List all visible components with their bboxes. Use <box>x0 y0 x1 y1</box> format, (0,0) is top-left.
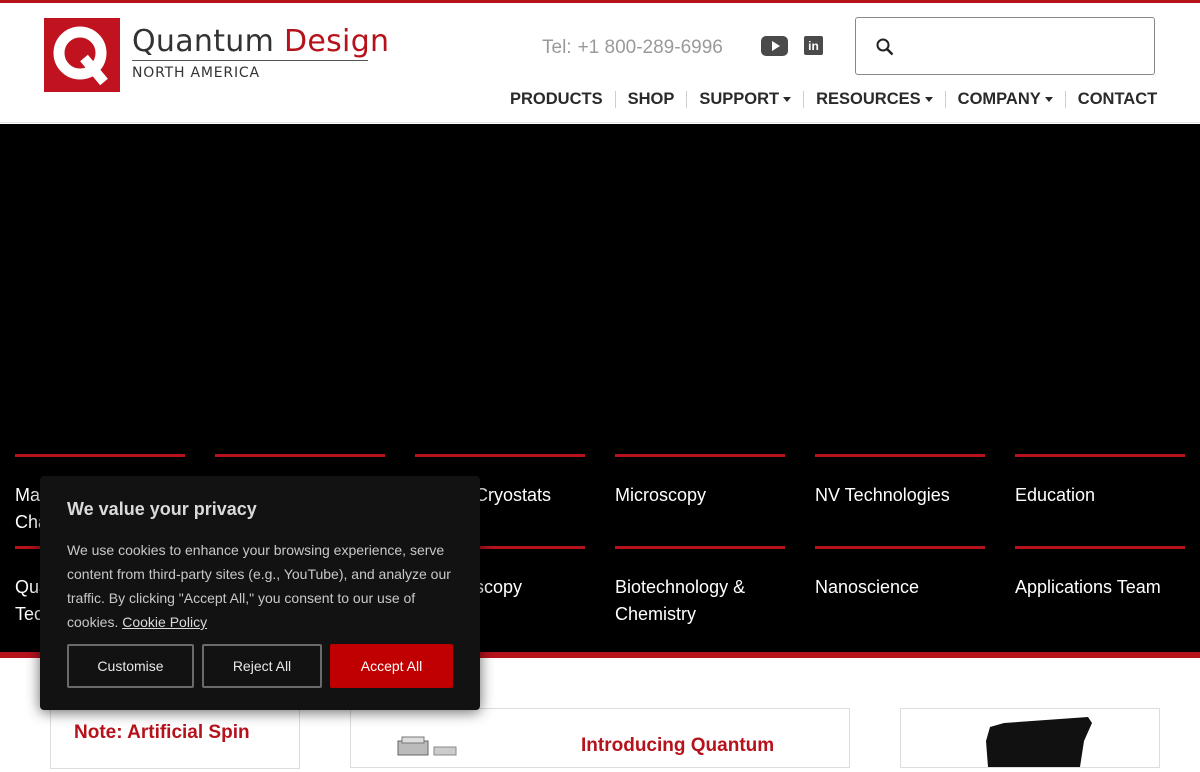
nav-separator <box>614 90 616 108</box>
logo-divider <box>132 60 368 61</box>
brand-region: NORTH AMERICA <box>132 65 260 81</box>
category-label: Biotechnology & Chemistry <box>615 577 746 624</box>
nav-shop[interactable]: SHOP <box>628 90 675 109</box>
category-label: Nanoscience <box>815 577 920 597</box>
search-box[interactable] <box>855 17 1155 75</box>
news-card-2-image <box>394 735 474 765</box>
cookie-buttons: Customise Reject All Accept All <box>67 644 453 688</box>
search-input[interactable] <box>904 28 1144 64</box>
youtube-icon[interactable] <box>761 36 788 56</box>
chevron-down-icon <box>924 96 933 102</box>
nav-support[interactable]: SUPPORT <box>699 89 792 109</box>
news-card-2-title: Introducing Quantum <box>581 735 775 756</box>
nav-company[interactable]: COMPANY <box>958 90 1053 109</box>
tel-label: Tel: <box>542 37 572 58</box>
category-row1-6[interactable]: Education <box>1015 454 1185 509</box>
nav-separator <box>686 90 688 108</box>
category-label: Education <box>1015 485 1096 505</box>
category-row2-4[interactable]: Biotechnology & Chemistry <box>615 546 785 628</box>
logo-wordmark: Quantum Design NORTH AMERICA <box>132 26 389 81</box>
search-icon[interactable] <box>875 37 895 57</box>
chevron-down-icon <box>783 96 792 102</box>
nav-resources[interactable]: RESOURCES <box>816 90 933 109</box>
cookie-title: We value your privacy <box>67 499 257 519</box>
brand-name-part2: Design <box>283 24 390 59</box>
nav-separator <box>944 90 946 108</box>
news-card-2[interactable]: Introducing Quantum <box>350 708 850 768</box>
quantum-design-logo[interactable]: Quantum Design NORTH AMERICA <box>44 18 389 92</box>
main-nav: PRODUCTS SHOP SUPPORT RESOURCES COMPANY … <box>510 87 1157 111</box>
nav-contact[interactable]: CONTACT <box>1078 90 1157 109</box>
brand-name-part1: Quantum <box>132 24 275 59</box>
nav-separator <box>803 90 805 108</box>
news-card-3-image <box>984 717 1094 767</box>
category-row1-5[interactable]: NV Technologies <box>815 454 985 509</box>
category-row2-5[interactable]: Nanoscience <box>815 546 985 601</box>
nav-support-label: SUPPORT <box>699 89 780 108</box>
customise-button[interactable]: Customise <box>67 644 194 688</box>
site-header: Quantum Design NORTH AMERICA Tel: +1 800-… <box>0 3 1200 123</box>
category-label: Applications Team <box>1015 577 1161 597</box>
news-card-1-title: Note: Artificial Spin <box>74 722 250 743</box>
nav-company-label: COMPANY <box>957 89 1041 108</box>
category-row2-6[interactable]: Applications Team <box>1015 546 1185 601</box>
logo-q-mark <box>44 18 120 92</box>
cookie-consent-banner: We value your privacy We use cookies to … <box>40 476 480 710</box>
category-label: Microscopy <box>615 485 707 505</box>
category-label: NV Technologies <box>815 485 950 505</box>
accept-all-button[interactable]: Accept All <box>330 644 453 688</box>
category-row1-4[interactable]: Microscopy <box>615 454 785 509</box>
cookie-policy-link[interactable]: Cookie Policy <box>122 614 207 630</box>
chevron-down-icon <box>1044 96 1053 102</box>
nav-products[interactable]: PRODUCTS <box>510 90 603 109</box>
telephone[interactable]: Tel: +1 800-289-6996 <box>542 37 723 59</box>
reject-all-button[interactable]: Reject All <box>202 644 322 688</box>
news-card-1[interactable]: Note: Artificial Spin <box>50 709 300 769</box>
linkedin-icon[interactable]: in <box>804 36 823 55</box>
cookie-body: We use cookies to enhance your browsing … <box>67 538 459 634</box>
nav-separator <box>1064 90 1066 108</box>
news-card-3[interactable] <box>900 708 1160 768</box>
tel-number: +1 800-289-6996 <box>577 37 723 58</box>
nav-resources-label: RESOURCES <box>816 89 921 108</box>
